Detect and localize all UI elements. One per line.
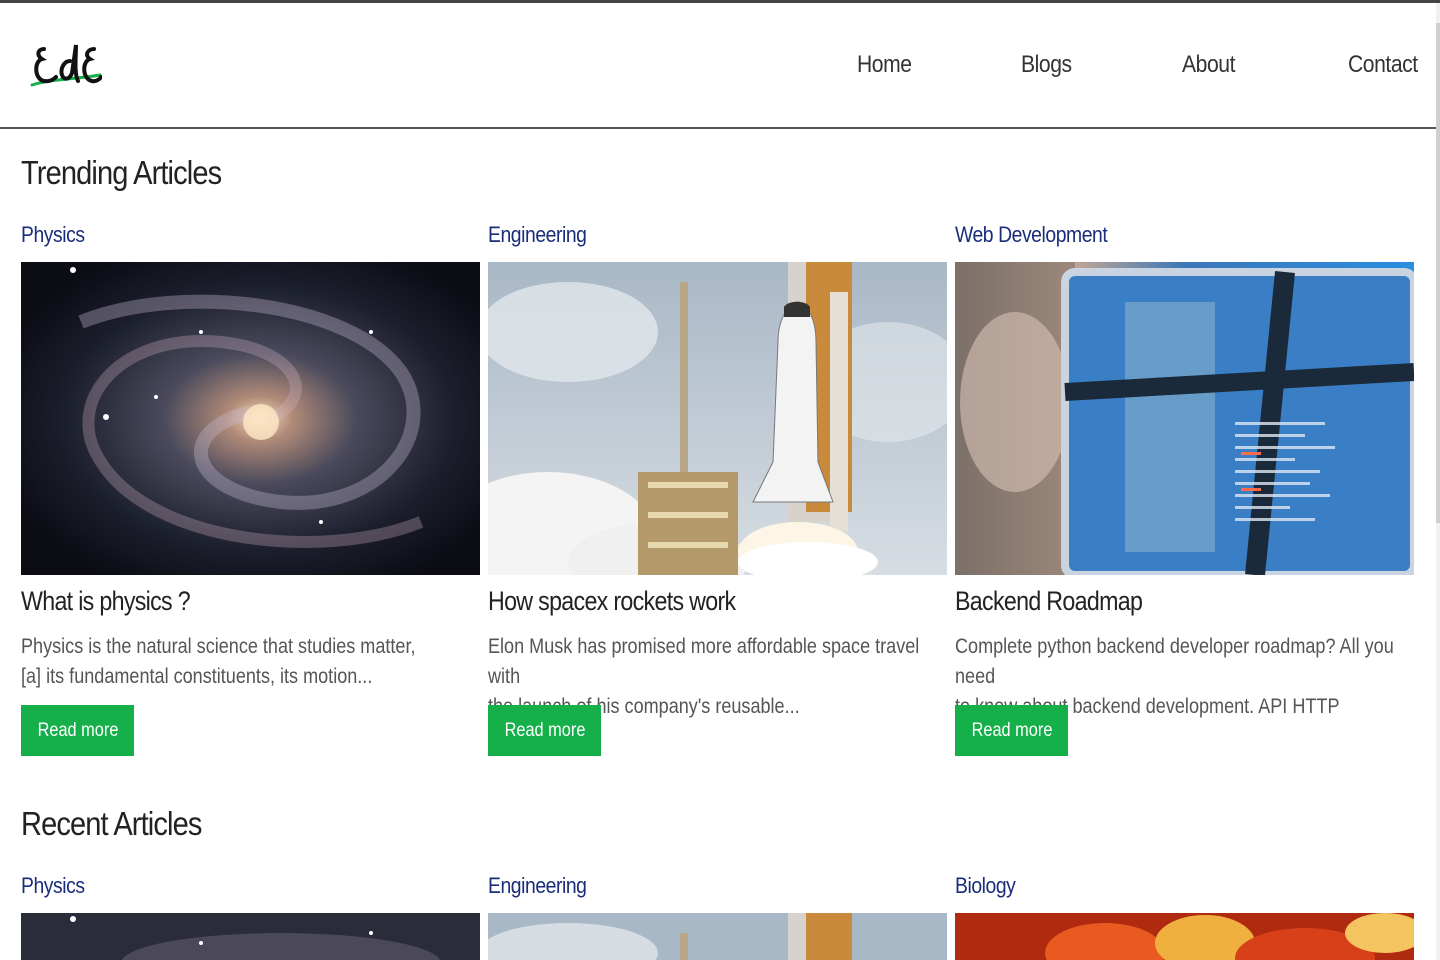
nav-blogs[interactable]: Blogs [1021, 51, 1072, 79]
read-more-button[interactable]: Read more [955, 705, 1068, 756]
button-label: Read more [971, 719, 1052, 741]
card-category[interactable]: Biology [955, 873, 1016, 899]
excerpt-line: Physics is the natural science that stud… [21, 635, 416, 658]
recent-card-engineering: Engineering [488, 873, 947, 960]
galaxy-image[interactable] [21, 913, 480, 960]
card-category[interactable]: Engineering [488, 873, 587, 899]
scrollbar-thumb[interactable] [1436, 23, 1440, 523]
excerpt-line: [a] its fundamental constituents, its mo… [21, 665, 373, 688]
card-title[interactable]: How spacex rockets work [488, 586, 736, 617]
card-category[interactable]: Web Development [955, 222, 1108, 248]
scrollbar[interactable] [1436, 3, 1440, 960]
nav-contact[interactable]: Contact [1348, 51, 1418, 79]
card-category[interactable]: Physics [21, 873, 85, 899]
trending-title: Trending Articles [21, 154, 222, 191]
nav-home[interactable]: Home [857, 51, 912, 79]
card-category[interactable]: Physics [21, 222, 85, 248]
site-logo[interactable] [30, 39, 102, 95]
read-more-button[interactable]: Read more [21, 705, 134, 756]
galaxy-image[interactable] [21, 262, 480, 575]
button-label: Read more [37, 719, 118, 741]
site-header: Home Blogs About Contact [0, 3, 1436, 129]
button-label: Read more [504, 719, 585, 741]
card-title[interactable]: Backend Roadmap [955, 586, 1143, 617]
card-title[interactable]: What is physics ? [21, 586, 191, 617]
recent-card-physics: Physics [21, 873, 480, 960]
nav-about[interactable]: About [1182, 51, 1235, 79]
card-excerpt: Physics is the natural science that stud… [21, 632, 468, 692]
space-shuttle-image[interactable] [488, 262, 947, 575]
excerpt-line: Elon Musk has promised more affordable s… [488, 635, 920, 688]
recent-card-biology: Biology [955, 873, 1414, 960]
recent-title: Recent Articles [21, 805, 202, 842]
laptop-code-image[interactable] [955, 262, 1414, 575]
space-shuttle-image[interactable] [488, 913, 947, 960]
card-category[interactable]: Engineering [488, 222, 587, 248]
excerpt-line: Complete python backend developer roadma… [955, 635, 1394, 688]
read-more-button[interactable]: Read more [488, 705, 601, 756]
cells-image[interactable] [955, 913, 1414, 960]
